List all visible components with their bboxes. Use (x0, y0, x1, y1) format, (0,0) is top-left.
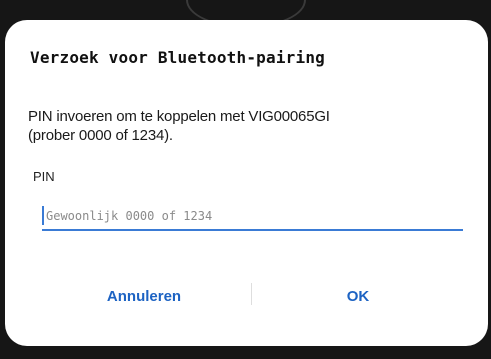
pin-input[interactable] (42, 203, 463, 231)
button-divider (251, 283, 252, 305)
cancel-button[interactable]: Annuleren (88, 284, 200, 308)
pin-field-label: PIN (33, 169, 55, 184)
ok-button[interactable]: OK (318, 284, 398, 308)
dialog-message: PIN invoeren om te koppelen met VIG00065… (28, 107, 468, 145)
dialog-message-line-1: PIN invoeren om te koppelen met VIG00065… (28, 108, 330, 125)
bluetooth-pairing-dialog (5, 20, 488, 346)
dialog-message-line-2: (prober 0000 of 1234). (28, 127, 173, 144)
dialog-title: Verzoek voor Bluetooth-pairing (30, 48, 325, 67)
text-cursor (42, 206, 44, 225)
